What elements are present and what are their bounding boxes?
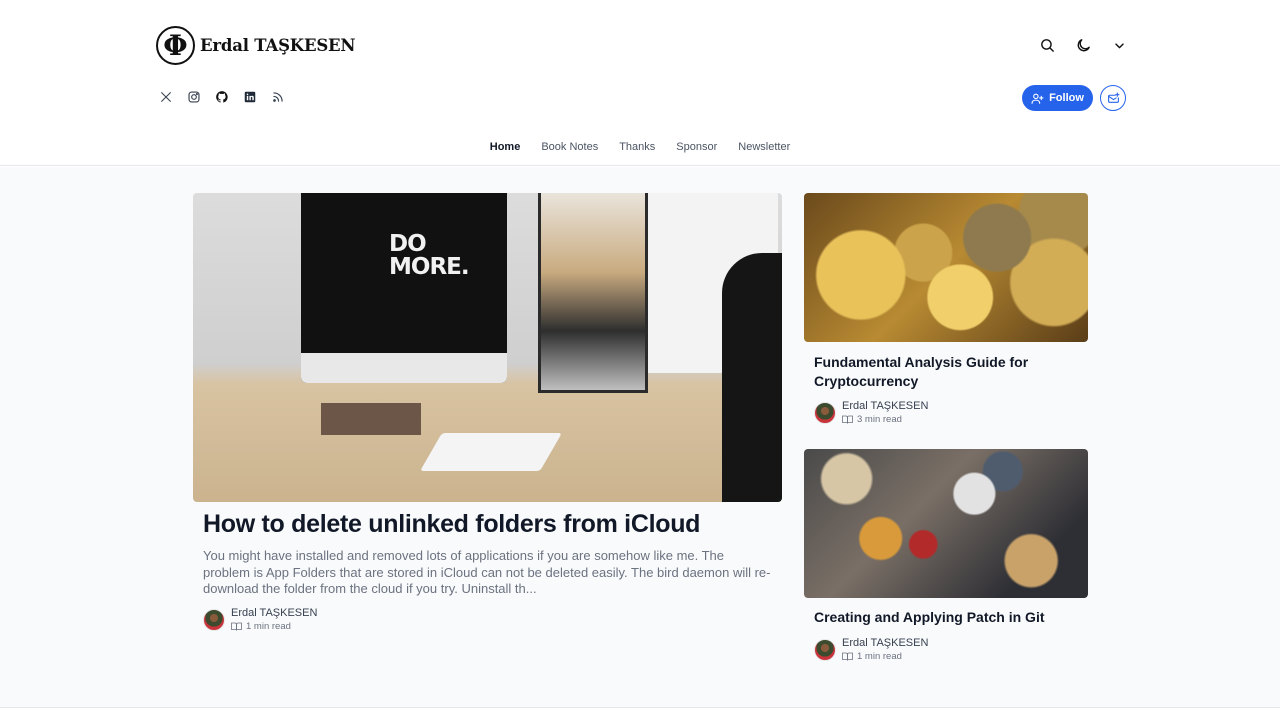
user-plus-icon: [1031, 93, 1044, 104]
screen-text: DO MORE.: [389, 231, 470, 280]
author-avatar[interactable]: [814, 402, 836, 424]
keyboard: [420, 433, 562, 471]
featured-post-title[interactable]: How to delete unlinked folders from iClo…: [203, 510, 700, 539]
monitor-stand: [321, 403, 421, 435]
post-feed: DO MORE. How to delete unlinked folders …: [0, 167, 1280, 708]
x-icon[interactable]: [158, 89, 174, 105]
main-nav: Home Book Notes Thanks Sponsor Newslette…: [0, 141, 1280, 153]
post-meta: Erdal TAŞKESEN 1 min read: [814, 637, 928, 663]
post-image-crypto[interactable]: [804, 193, 1088, 342]
featured-post-image[interactable]: DO MORE.: [193, 193, 782, 502]
monitor: DO MORE.: [301, 193, 507, 383]
book-icon: [231, 622, 242, 631]
author-name[interactable]: Erdal TAŞKESEN: [842, 400, 928, 413]
chevron-down-icon[interactable]: [1108, 34, 1130, 56]
site-logo[interactable]: Φ Erdal TAŞKESEN: [156, 26, 355, 65]
newsletter-subscribe-button[interactable]: [1100, 85, 1126, 111]
author-avatar[interactable]: [814, 639, 836, 661]
read-time: 1 min read: [842, 650, 928, 663]
post-meta: Erdal TAŞKESEN 3 min read: [814, 400, 928, 426]
read-time: 3 min read: [842, 413, 928, 426]
post-title[interactable]: Creating and Applying Patch in Git: [814, 608, 1084, 627]
featured-post-excerpt: You might have installed and removed lot…: [203, 548, 771, 596]
mail-plus-icon: [1107, 92, 1119, 103]
follow-label: Follow: [1049, 92, 1084, 104]
read-time: 1 min read: [231, 620, 317, 633]
chair: [722, 253, 782, 502]
rss-icon[interactable]: [270, 89, 286, 105]
nav-sponsor[interactable]: Sponsor: [676, 141, 717, 153]
author-avatar[interactable]: [203, 609, 225, 631]
shelf: [538, 193, 648, 393]
follow-button[interactable]: Follow: [1022, 85, 1093, 111]
footer-area: [0, 709, 1280, 720]
post-title[interactable]: Fundamental Analysis Guide for Cryptocur…: [814, 353, 1084, 391]
nav-home[interactable]: Home: [490, 141, 521, 153]
nav-thanks[interactable]: Thanks: [619, 141, 655, 153]
book-icon: [842, 415, 853, 424]
nav-book-notes[interactable]: Book Notes: [541, 141, 598, 153]
author-name[interactable]: Erdal TAŞKESEN: [231, 607, 317, 620]
site-name: Erdal TAŞKESEN: [200, 36, 356, 55]
site-header: Φ Erdal TAŞKESEN Follow Home Book Notes …: [0, 0, 1280, 166]
post-image-patches[interactable]: [804, 449, 1088, 598]
github-icon[interactable]: [214, 89, 230, 105]
nav-newsletter[interactable]: Newsletter: [738, 141, 790, 153]
moon-icon[interactable]: [1072, 34, 1094, 56]
featured-post-meta: Erdal TAŞKESEN 1 min read: [203, 607, 317, 633]
logo-icon: Φ: [156, 26, 195, 65]
search-icon[interactable]: [1036, 34, 1058, 56]
book-icon: [842, 652, 853, 661]
instagram-icon[interactable]: [186, 89, 202, 105]
linkedin-icon[interactable]: [242, 89, 258, 105]
social-links: [158, 89, 286, 105]
author-name[interactable]: Erdal TAŞKESEN: [842, 637, 928, 650]
header-actions: [1036, 34, 1130, 56]
